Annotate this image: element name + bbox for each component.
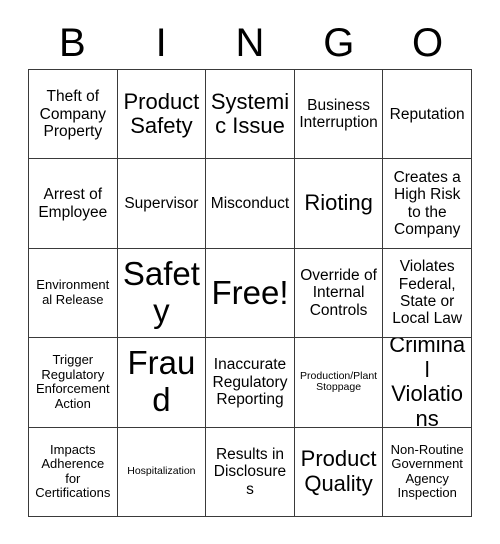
bingo-cell[interactable]: Impacts Adherence for Certifications <box>29 427 118 518</box>
bingo-cell-label: Systemic Issue <box>210 88 290 139</box>
bingo-cell[interactable]: Product Quality <box>294 427 384 518</box>
bingo-cell[interactable]: Rioting <box>294 159 384 249</box>
bingo-row: Arrest of Employee Supervisor Misconduct… <box>29 159 472 249</box>
bingo-cell[interactable]: Environmental Release <box>29 248 118 339</box>
bingo-cell-label: Hospitalization <box>127 464 196 477</box>
bingo-cell[interactable]: Reputation <box>383 70 472 160</box>
bingo-cell-label: Misconduct <box>210 194 290 212</box>
bingo-cell-label: Free! <box>211 273 289 311</box>
bingo-header-letter-o: O <box>412 21 444 65</box>
bingo-cell-label: Violates Federal, State or Local Law <box>392 258 463 328</box>
bingo-cell[interactable]: Non-Routine Government Agency Inspection <box>383 427 472 518</box>
bingo-row: Trigger Regulatory Enforcement Action Fr… <box>29 338 472 428</box>
bingo-cell-label: Safety <box>122 255 200 330</box>
bingo-header-letter-g: G <box>323 21 355 65</box>
bingo-cell[interactable]: Theft of Company Property <box>29 70 118 160</box>
bingo-cell-label: Fraud <box>127 344 196 419</box>
bingo-cell-label: Business Interruption <box>299 96 378 132</box>
bingo-cell-label: Non-Routine Government Agency Inspection <box>390 441 464 501</box>
bingo-cell[interactable]: Supervisor <box>117 159 207 249</box>
bingo-row: Environmental Release Safety Free! Overr… <box>29 248 472 339</box>
bingo-header-letter-b: B <box>59 21 86 65</box>
bingo-cell-label: Override of Internal Controls <box>300 266 377 319</box>
bingo-row: Impacts Adherence for Certifications Hos… <box>29 427 472 518</box>
bingo-cell-label: Criminal Violations <box>389 338 466 428</box>
bingo-header-row: B I N G O <box>28 18 472 68</box>
bingo-cell[interactable]: Product Safety <box>117 70 207 160</box>
bingo-header-letter-n: N <box>235 21 265 65</box>
bingo-card: B I N G O Theft of Company Property Prod… <box>0 0 500 544</box>
bingo-cell[interactable]: Arrest of Employee <box>29 159 118 249</box>
bingo-header-letter-i: I <box>155 21 167 65</box>
bingo-cell-label: Environmental Release <box>36 277 110 308</box>
bingo-cell[interactable]: Fraud <box>117 338 207 428</box>
bingo-cell-label: Production/Plant Stoppage <box>300 369 378 394</box>
bingo-cell-label: Results in Disclosures <box>213 445 287 498</box>
bingo-cell[interactable]: Hospitalization <box>117 427 207 518</box>
bingo-grid: Theft of Company Property Product Safety… <box>28 69 472 518</box>
bingo-cell[interactable]: Safety <box>117 248 207 339</box>
bingo-cell-label: Supervisor <box>124 194 199 212</box>
bingo-cell-label: Theft of Company Property <box>39 88 106 140</box>
bingo-cell[interactable]: Results in Disclosures <box>206 427 295 518</box>
bingo-cell[interactable]: Systemic Issue <box>206 70 295 160</box>
bingo-cell[interactable]: Production/Plant Stoppage <box>294 338 384 428</box>
bingo-cell[interactable]: Violates Federal, State or Local Law <box>383 248 472 339</box>
bingo-cell-label: Impacts Adherence for Certifications <box>35 441 111 501</box>
bingo-cell-free[interactable]: Free! <box>206 248 295 339</box>
bingo-cell[interactable]: Misconduct <box>206 159 295 249</box>
bingo-cell[interactable]: Override of Internal Controls <box>294 248 384 339</box>
bingo-cell-label: Arrest of Employee <box>38 186 108 221</box>
bingo-cell-label: Trigger Regulatory Enforcement Action <box>35 352 110 411</box>
bingo-cell[interactable]: Creates a High Risk to the Company <box>383 159 472 249</box>
bingo-cell[interactable]: Business Interruption <box>294 70 384 160</box>
bingo-cell-label: Product Safety <box>123 88 200 139</box>
bingo-cell[interactable]: Inaccurate Regulatory Reporting <box>206 338 295 428</box>
bingo-cell-label: Product Quality <box>300 446 377 496</box>
bingo-cell-label: Rioting <box>304 190 373 216</box>
bingo-cell[interactable]: Trigger Regulatory Enforcement Action <box>29 338 118 428</box>
bingo-cell-label: Inaccurate Regulatory Reporting <box>212 356 288 409</box>
bingo-cell-label: Creates a High Risk to the Company <box>393 168 461 238</box>
bingo-row: Theft of Company Property Product Safety… <box>29 70 472 160</box>
bingo-cell[interactable]: Criminal Violations <box>383 338 472 428</box>
bingo-cell-label: Reputation <box>389 105 465 123</box>
